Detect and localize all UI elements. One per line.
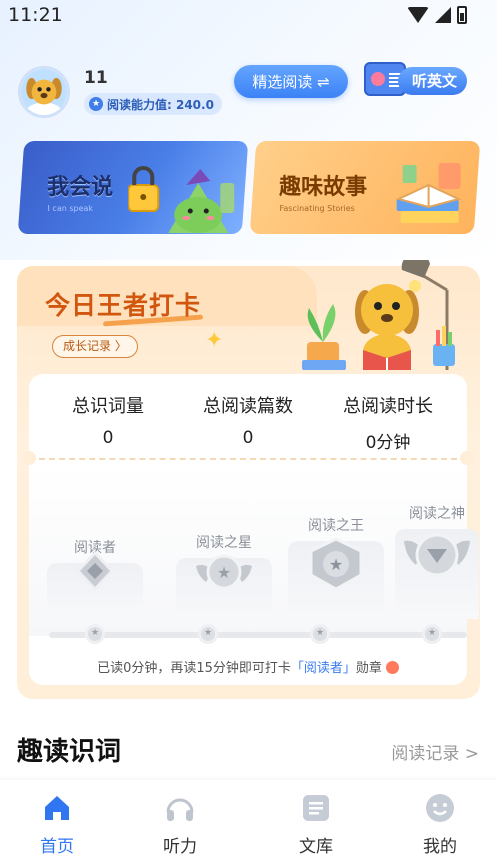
medal-ribbon-icon (385, 661, 399, 674)
stat-value: 0 (242, 428, 254, 448)
tab-library[interactable]: 文库 (276, 792, 356, 854)
badge-star[interactable]: 阅读之星 ★ (176, 532, 272, 616)
stat-label: 总阅读时长 (343, 396, 433, 417)
stat-total-time: 总阅读时长 0分钟 (323, 392, 453, 453)
signal-icon (435, 7, 451, 23)
medal-reader-icon (75, 550, 115, 592)
badge-pedestal (47, 550, 143, 613)
books-icon (395, 163, 462, 223)
tip-badge-name[interactable]: 「阅读者」 (291, 661, 356, 676)
status-time: 11:21 (8, 4, 63, 26)
medal-god-icon (404, 533, 470, 577)
stat-value: 0分钟 (365, 433, 411, 453)
tab-home[interactable]: 首页 (17, 792, 97, 854)
checkin-title: 今日王者打卡 (45, 291, 202, 320)
reading-record-link[interactable]: 阅读记录 > (391, 739, 479, 764)
svg-text:★: ★ (217, 563, 231, 582)
lock-mascot-icon (128, 166, 235, 233)
tab-label: 首页 (40, 837, 74, 854)
reading-dog-mascot-icon (302, 260, 455, 370)
username: 11 (84, 68, 108, 88)
badge-name: 阅读之神 (409, 506, 465, 522)
ticket-notch (22, 451, 36, 465)
bottom-tab-bar: 首页 听力 文库 我的 (0, 780, 497, 854)
badge-name: 阅读之王 (308, 518, 364, 534)
svg-text:★: ★ (329, 555, 343, 574)
tab-label: 我的 (423, 837, 457, 854)
medal-king-icon: ★ (309, 537, 363, 591)
badge-pedestal: ★ (176, 554, 272, 616)
reading-stats-card: 总识词量 0 总阅读篇数 0 总阅读时长 0分钟 阅读者 阅读之星 ★ 阅读之王… (22, 374, 479, 685)
stat-total-words: 总识词量 0 (43, 392, 173, 448)
wifi-icon (407, 7, 429, 23)
badge-reader[interactable]: 阅读者 (47, 537, 143, 613)
badge-king[interactable]: 阅读之王 ★ (288, 515, 384, 617)
fascinating-stories-banner[interactable]: 趣味故事 Fascinating Stories (249, 141, 481, 234)
status-bar: 11:21 (0, 0, 497, 32)
listen-english-button[interactable]: 听英文 (364, 58, 476, 100)
stat-label: 总识词量 (72, 396, 144, 417)
reading-ability-label: 阅读能力值: 240.0 (107, 97, 214, 112)
dashed-divider (29, 458, 467, 460)
headphones-icon (164, 792, 196, 824)
tip-text: 已读0分钟，再读15分钟即可打卡 (97, 661, 291, 676)
battery-icon (457, 6, 467, 24)
daily-checkin-card: 今日王者打卡 成长记录 〉 ✦ 总识词量 0 总阅读篇数 0 总阅读时长 0分钟… (17, 260, 480, 699)
smiley-icon (424, 792, 456, 824)
star-badge-icon: ★ (89, 97, 103, 111)
checkin-tip: 已读0分钟，再读15分钟即可打卡「阅读者」勋章 (29, 657, 467, 676)
progress-dot (422, 624, 442, 644)
library-icon (300, 792, 332, 824)
banner-subtitle: I can speak (47, 204, 94, 213)
i-can-speak-banner[interactable]: 我会说 I can speak (17, 141, 249, 234)
tab-label: 听力 (163, 837, 197, 854)
dog-avatar-icon (21, 69, 67, 115)
status-icons (407, 6, 467, 24)
ticket-notch (460, 451, 474, 465)
tab-label: 文库 (299, 837, 333, 854)
badge-god[interactable]: 阅读之神 (395, 503, 479, 619)
progress-dot (198, 624, 218, 644)
stat-total-articles: 总阅读篇数 0 (183, 392, 313, 448)
progress-track (49, 632, 467, 638)
badge-pedestal: ★ (288, 537, 384, 617)
badge-pedestal (395, 529, 479, 619)
tab-listening[interactable]: 听力 (140, 792, 220, 854)
banner-subtitle: Fascinating Stories (279, 204, 355, 213)
progress-dot (85, 624, 105, 644)
medal-star-icon: ★ (196, 554, 252, 590)
banner-title: 趣味故事 (279, 175, 368, 200)
stat-value: 0 (102, 428, 114, 448)
section-title: 趣读识词 (17, 737, 122, 767)
avatar[interactable] (18, 66, 70, 118)
reading-ability-badge: ★ 阅读能力值: 240.0 (84, 93, 222, 115)
banner-title: 我会说 (47, 175, 114, 200)
tip-suffix: 勋章 (355, 661, 382, 676)
select-reading-button[interactable]: 精选阅读 ⇌ (234, 65, 348, 98)
home-icon (41, 792, 73, 824)
growth-record-button[interactable]: 成长记录 〉 (52, 335, 138, 358)
sparkle-icon: ✦ (205, 328, 224, 353)
listen-english-label: 听英文 (398, 67, 468, 95)
stat-label: 总阅读篇数 (203, 396, 293, 417)
tab-profile[interactable]: 我的 (400, 792, 480, 854)
progress-dot (310, 624, 330, 644)
